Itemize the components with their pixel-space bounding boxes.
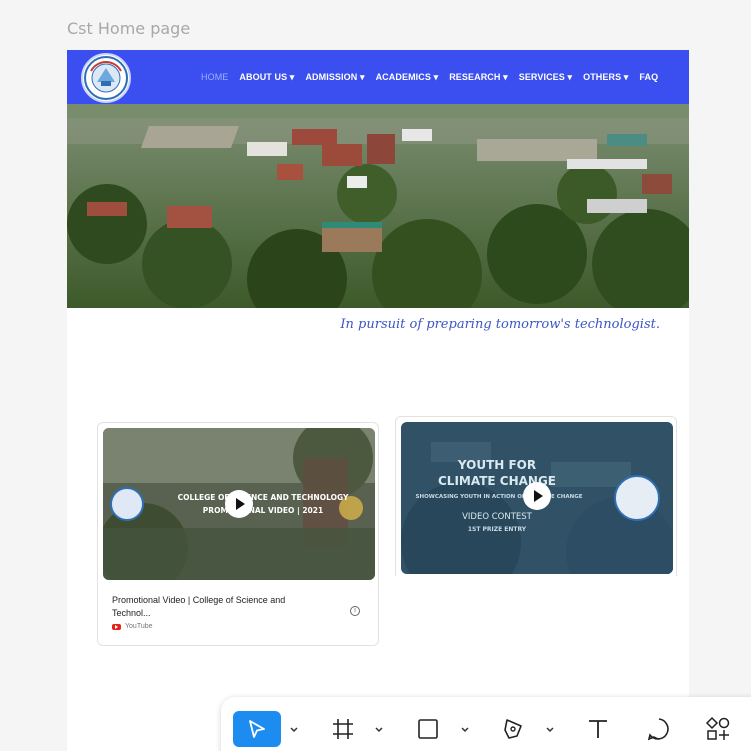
- chevron-down-icon[interactable]: [289, 725, 299, 735]
- move-tool[interactable]: [233, 711, 281, 747]
- hero-campus-image: [67, 104, 689, 308]
- main-nav: HOME ABOUT US ▾ ADMISSION ▾ ACADEMICS ▾ …: [201, 50, 669, 104]
- shapes-plus-icon: [705, 716, 730, 740]
- frame-label[interactable]: Cst Home page: [67, 19, 190, 38]
- video-source-label: YouTube: [125, 623, 153, 630]
- thumb-title-line1: YOUTH FOR: [457, 458, 537, 472]
- nav-services[interactable]: SERVICES ▾: [519, 72, 572, 83]
- nav-academics[interactable]: ACADEMICS ▾: [376, 72, 439, 83]
- video-thumbnail[interactable]: COLLEGE OF SCIENCE AND TECHNOLOGY PROMOT…: [103, 428, 375, 580]
- nav-about-us[interactable]: ABOUT US ▾: [239, 72, 294, 83]
- pen-icon: [504, 719, 522, 739]
- video-source: YouTube: [112, 623, 153, 630]
- thumb-prize-label: 1ST PRIZE ENTRY: [467, 526, 527, 533]
- nav-faq[interactable]: FAQ: [639, 72, 658, 82]
- comment-tool[interactable]: [644, 711, 674, 747]
- thumb-title-line2: CLIMATE CHANGE: [437, 474, 556, 488]
- design-frame[interactable]: HOME ABOUT US ▾ ADMISSION ▾ ACADEMICS ▾ …: [67, 50, 689, 751]
- cursor-icon: [249, 720, 265, 738]
- chevron-down-icon[interactable]: [460, 725, 470, 735]
- youtube-icon: [112, 623, 121, 630]
- video-card-climate[interactable]: YOUTH FOR CLIMATE CHANGE SHOWCASING YOUT…: [395, 416, 677, 576]
- nav-admission[interactable]: ADMISSION ▾: [305, 72, 364, 83]
- chevron-down-icon[interactable]: [374, 725, 384, 735]
- nav-home[interactable]: HOME: [201, 72, 228, 82]
- text-tool[interactable]: [583, 711, 613, 747]
- thumb-contest-label: VIDEO CONTEST: [462, 512, 532, 522]
- chevron-down-icon[interactable]: [545, 725, 555, 735]
- play-button[interactable]: [523, 482, 551, 510]
- comment-icon: [647, 718, 669, 741]
- navbar: HOME ABOUT US ▾ ADMISSION ▾ ACADEMICS ▾ …: [67, 50, 689, 104]
- play-button[interactable]: [225, 490, 253, 518]
- tagline: In pursuit of preparing tomorrow's techn…: [340, 317, 660, 332]
- info-icon[interactable]: i: [350, 606, 360, 616]
- frame-icon: [333, 719, 353, 739]
- video-card-promotional[interactable]: COLLEGE OF SCIENCE AND TECHNOLOGY PROMOT…: [97, 422, 379, 646]
- video-title[interactable]: Promotional Video | College of Science a…: [112, 594, 312, 620]
- rectangle-icon: [418, 719, 438, 739]
- thumb-title-line1: COLLEGE OF SCIENCE AND TECHNOLOGY: [177, 493, 349, 502]
- video-thumbnail[interactable]: YOUTH FOR CLIMATE CHANGE SHOWCASING YOUT…: [401, 422, 673, 574]
- college-logo[interactable]: [81, 53, 131, 103]
- text-icon: [589, 720, 607, 738]
- thumb-title-line2: PROMOTIONAL VIDEO | 2021: [202, 506, 324, 515]
- nav-research[interactable]: RESEARCH ▾: [449, 72, 508, 83]
- rectangle-tool[interactable]: [413, 711, 443, 747]
- pen-tool[interactable]: [498, 711, 530, 747]
- thumb-subtitle: SHOWCASING YOUTH IN ACTION ON CLIMATE CH…: [415, 494, 583, 500]
- frame-tool[interactable]: [329, 711, 357, 747]
- actions-tool[interactable]: [703, 711, 733, 747]
- design-toolbar: [221, 697, 751, 751]
- nav-others[interactable]: OTHERS ▾: [583, 72, 628, 83]
